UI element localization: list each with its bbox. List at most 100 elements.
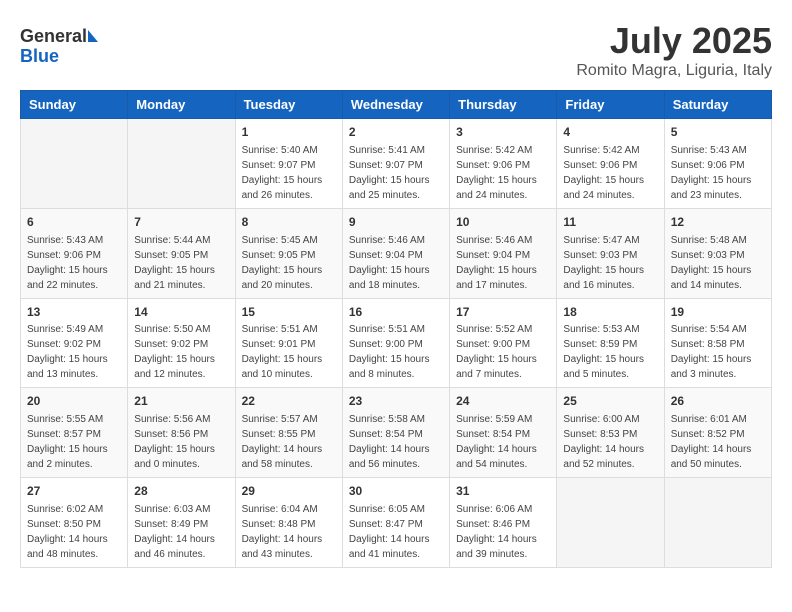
day-cell: 21 Sunrise: 5:56 AM Sunset: 8:56 PM Dayli… [128, 388, 235, 478]
day-number: 13 [27, 304, 121, 321]
day-number: 4 [563, 124, 657, 141]
day-info: Sunrise: 5:42 AM Sunset: 9:06 PM Dayligh… [456, 143, 550, 203]
day-info: Sunrise: 6:04 AM Sunset: 8:48 PM Dayligh… [242, 502, 336, 562]
day-number: 15 [242, 304, 336, 321]
day-info: Sunrise: 6:06 AM Sunset: 8:46 PM Dayligh… [456, 502, 550, 562]
day-number: 20 [27, 393, 121, 410]
logo: GeneralBlue [20, 20, 100, 70]
day-number: 18 [563, 304, 657, 321]
day-number: 9 [349, 214, 443, 231]
day-cell: 5 Sunrise: 5:43 AM Sunset: 9:06 PM Daylig… [664, 119, 771, 209]
day-number: 1 [242, 124, 336, 141]
day-cell: 25 Sunrise: 6:00 AM Sunset: 8:53 PM Dayli… [557, 388, 664, 478]
day-info: Sunrise: 5:55 AM Sunset: 8:57 PM Dayligh… [27, 412, 121, 472]
day-number: 6 [27, 214, 121, 231]
day-number: 2 [349, 124, 443, 141]
day-number: 14 [134, 304, 228, 321]
day-cell: 23 Sunrise: 5:58 AM Sunset: 8:54 PM Dayli… [342, 388, 449, 478]
day-cell: 13Sunrise: 5:49 AM Sunset: 9:02 PM Dayli… [21, 298, 128, 388]
day-info: Sunrise: 5:57 AM Sunset: 8:55 PM Dayligh… [242, 412, 336, 472]
day-info: Sunrise: 5:52 AM Sunset: 9:00 PM Dayligh… [456, 322, 550, 382]
weekday-header-row: SundayMondayTuesdayWednesdayThursdayFrid… [21, 91, 772, 119]
day-info: Sunrise: 5:56 AM Sunset: 8:56 PM Dayligh… [134, 412, 228, 472]
calendar-table: SundayMondayTuesdayWednesdayThursdayFrid… [20, 90, 772, 568]
day-cell: 30 Sunrise: 6:05 AM Sunset: 8:47 PM Dayli… [342, 478, 449, 568]
day-cell: 17Sunrise: 5:52 AM Sunset: 9:00 PM Dayli… [450, 298, 557, 388]
day-number: 17 [456, 304, 550, 321]
day-info: Sunrise: 5:46 AM Sunset: 9:04 PM Dayligh… [349, 233, 443, 293]
day-info: Sunrise: 5:53 AM Sunset: 8:59 PM Dayligh… [563, 322, 657, 382]
day-number: 27 [27, 483, 121, 500]
day-info: Sunrise: 6:02 AM Sunset: 8:50 PM Dayligh… [27, 502, 121, 562]
day-cell: 18Sunrise: 5:53 AM Sunset: 8:59 PM Dayli… [557, 298, 664, 388]
location-title: Romito Magra, Liguria, Italy [576, 62, 772, 80]
day-cell [21, 119, 128, 209]
day-cell: 22 Sunrise: 5:57 AM Sunset: 8:55 PM Dayli… [235, 388, 342, 478]
day-cell: 24Sunrise: 5:59 AM Sunset: 8:54 PM Dayli… [450, 388, 557, 478]
day-cell: 2 Sunrise: 5:41 AM Sunset: 9:07 PM Daylig… [342, 119, 449, 209]
day-info: Sunrise: 6:00 AM Sunset: 8:53 PM Dayligh… [563, 412, 657, 472]
month-title: July 2025 [576, 20, 772, 62]
day-info: Sunrise: 5:40 AM Sunset: 9:07 PM Dayligh… [242, 143, 336, 203]
day-cell [128, 119, 235, 209]
day-cell [664, 478, 771, 568]
day-number: 7 [134, 214, 228, 231]
weekday-header-tuesday: Tuesday [235, 91, 342, 119]
day-info: Sunrise: 5:54 AM Sunset: 8:58 PM Dayligh… [671, 322, 765, 382]
day-cell: 31 Sunrise: 6:06 AM Sunset: 8:46 PM Dayli… [450, 478, 557, 568]
day-cell: 12Sunrise: 5:48 AM Sunset: 9:03 PM Dayli… [664, 208, 771, 298]
week-row-3: 13Sunrise: 5:49 AM Sunset: 9:02 PM Dayli… [21, 298, 772, 388]
day-info: Sunrise: 6:03 AM Sunset: 8:49 PM Dayligh… [134, 502, 228, 562]
day-info: Sunrise: 5:43 AM Sunset: 9:06 PM Dayligh… [27, 233, 121, 293]
week-row-5: 27 Sunrise: 6:02 AM Sunset: 8:50 PM Dayli… [21, 478, 772, 568]
day-number: 29 [242, 483, 336, 500]
day-number: 28 [134, 483, 228, 500]
day-cell: 19Sunrise: 5:54 AM Sunset: 8:58 PM Dayli… [664, 298, 771, 388]
day-cell: 16Sunrise: 5:51 AM Sunset: 9:00 PM Dayli… [342, 298, 449, 388]
week-row-4: 20 Sunrise: 5:55 AM Sunset: 8:57 PM Dayli… [21, 388, 772, 478]
week-row-2: 6 Sunrise: 5:43 AM Sunset: 9:06 PM Daylig… [21, 208, 772, 298]
day-number: 11 [563, 214, 657, 231]
weekday-header-wednesday: Wednesday [342, 91, 449, 119]
day-cell: 28 Sunrise: 6:03 AM Sunset: 8:49 PM Dayli… [128, 478, 235, 568]
day-number: 22 [242, 393, 336, 410]
day-info: Sunrise: 5:45 AM Sunset: 9:05 PM Dayligh… [242, 233, 336, 293]
day-number: 31 [456, 483, 550, 500]
day-info: Sunrise: 5:43 AM Sunset: 9:06 PM Dayligh… [671, 143, 765, 203]
svg-text:General: General [20, 26, 87, 46]
day-cell: 29 Sunrise: 6:04 AM Sunset: 8:48 PM Dayli… [235, 478, 342, 568]
day-info: Sunrise: 5:44 AM Sunset: 9:05 PM Dayligh… [134, 233, 228, 293]
weekday-header-friday: Friday [557, 91, 664, 119]
day-cell: 8 Sunrise: 5:45 AM Sunset: 9:05 PM Daylig… [235, 208, 342, 298]
day-number: 23 [349, 393, 443, 410]
day-cell: 14Sunrise: 5:50 AM Sunset: 9:02 PM Dayli… [128, 298, 235, 388]
day-info: Sunrise: 5:51 AM Sunset: 9:01 PM Dayligh… [242, 322, 336, 382]
day-cell: 26Sunrise: 6:01 AM Sunset: 8:52 PM Dayli… [664, 388, 771, 478]
day-info: Sunrise: 5:59 AM Sunset: 8:54 PM Dayligh… [456, 412, 550, 472]
day-cell: 10Sunrise: 5:46 AM Sunset: 9:04 PM Dayli… [450, 208, 557, 298]
day-info: Sunrise: 5:48 AM Sunset: 9:03 PM Dayligh… [671, 233, 765, 293]
day-cell: 7 Sunrise: 5:44 AM Sunset: 9:05 PM Daylig… [128, 208, 235, 298]
day-cell: 4 Sunrise: 5:42 AM Sunset: 9:06 PM Daylig… [557, 119, 664, 209]
day-number: 25 [563, 393, 657, 410]
day-cell: 15Sunrise: 5:51 AM Sunset: 9:01 PM Dayli… [235, 298, 342, 388]
day-number: 30 [349, 483, 443, 500]
day-info: Sunrise: 5:58 AM Sunset: 8:54 PM Dayligh… [349, 412, 443, 472]
day-info: Sunrise: 5:41 AM Sunset: 9:07 PM Dayligh… [349, 143, 443, 203]
day-info: Sunrise: 5:47 AM Sunset: 9:03 PM Dayligh… [563, 233, 657, 293]
day-number: 16 [349, 304, 443, 321]
weekday-header-sunday: Sunday [21, 91, 128, 119]
day-number: 10 [456, 214, 550, 231]
day-number: 19 [671, 304, 765, 321]
weekday-header-saturday: Saturday [664, 91, 771, 119]
day-cell: 1 Sunrise: 5:40 AM Sunset: 9:07 PM Daylig… [235, 119, 342, 209]
week-row-1: 1 Sunrise: 5:40 AM Sunset: 9:07 PM Daylig… [21, 119, 772, 209]
day-info: Sunrise: 6:01 AM Sunset: 8:52 PM Dayligh… [671, 412, 765, 472]
day-info: Sunrise: 5:42 AM Sunset: 9:06 PM Dayligh… [563, 143, 657, 203]
day-number: 5 [671, 124, 765, 141]
day-number: 8 [242, 214, 336, 231]
day-cell: 9 Sunrise: 5:46 AM Sunset: 9:04 PM Daylig… [342, 208, 449, 298]
day-info: Sunrise: 6:05 AM Sunset: 8:47 PM Dayligh… [349, 502, 443, 562]
day-cell: 11 Sunrise: 5:47 AM Sunset: 9:03 PM Dayli… [557, 208, 664, 298]
day-number: 21 [134, 393, 228, 410]
